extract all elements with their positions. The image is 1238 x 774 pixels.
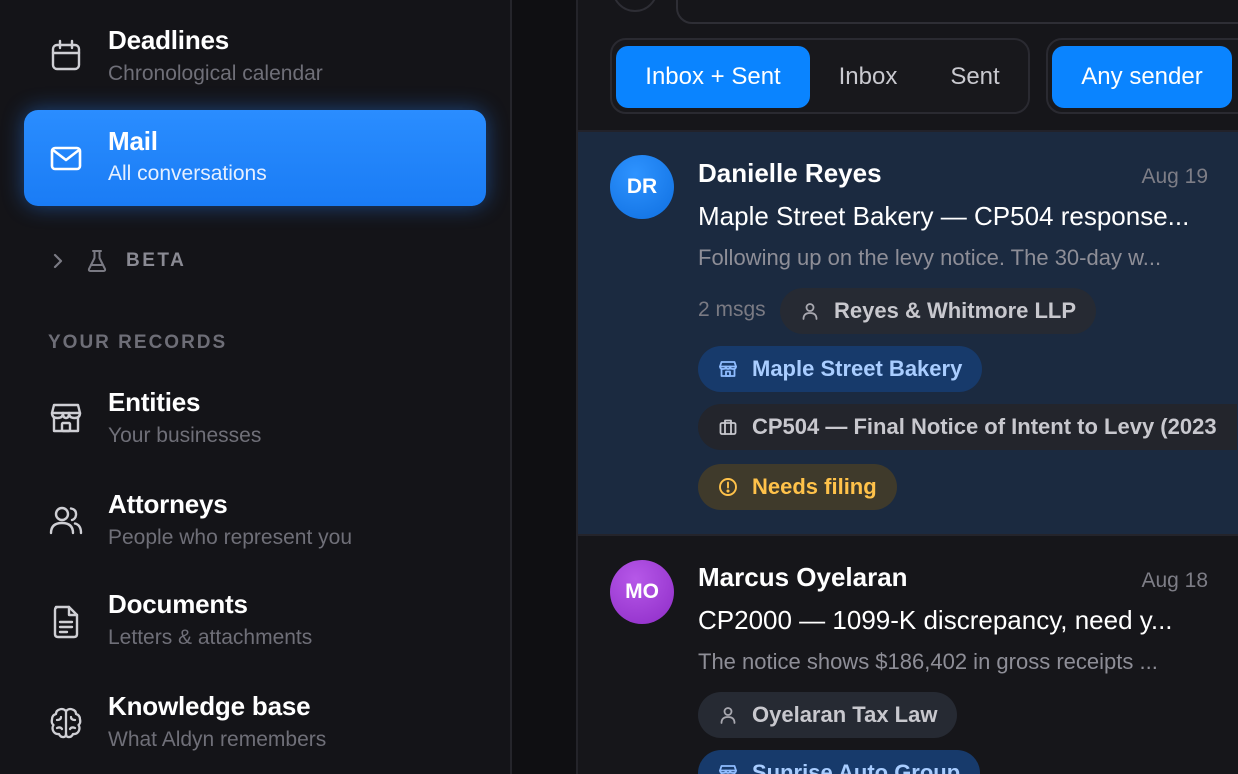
mailbox-filter: Inbox + Sent Inbox Sent [610, 38, 1030, 114]
message-subject: Maple Street Bakery — CP504 response... [698, 201, 1190, 231]
notice-chip-label: CP504 — Final Notice of Intent to Levy (… [752, 414, 1217, 439]
briefcase-icon [718, 417, 738, 437]
person-icon [718, 705, 738, 725]
alert-circle-icon [718, 477, 738, 497]
chevron-right-icon [48, 251, 68, 271]
entity-chip[interactable]: Maple Street Bakery [698, 346, 983, 392]
section-label-your-records: YOUR RECORDS [48, 332, 228, 353]
filter-inbox[interactable]: Inbox [818, 46, 918, 108]
sidebar-item-subtitle: Your businesses [108, 424, 262, 447]
avatar: MO [610, 560, 674, 624]
status-badge-label: Needs filing [752, 474, 877, 499]
sidebar-item-subtitle: Chronological calendar [108, 62, 323, 85]
attorney-chip-label: Reyes & Whitmore LLP [834, 298, 1077, 323]
filter-inbox-sent[interactable]: Inbox + Sent [616, 46, 810, 108]
attorney-chip[interactable]: Oyelaran Tax Law [698, 692, 958, 738]
pane-gutter [512, 0, 576, 774]
sidebar-item-subtitle: All conversations [108, 162, 267, 185]
sender-filter: Any sender [1046, 38, 1238, 114]
calendar-icon [48, 38, 84, 74]
people-icon [48, 502, 84, 538]
sidebar-item-subtitle: People who represent you [108, 526, 352, 549]
attorney-chip[interactable]: Reyes & Whitmore LLP [780, 288, 1097, 334]
message-date: Aug 18 [1141, 569, 1208, 592]
storefront-icon [718, 763, 738, 774]
entity-chip-label: Maple Street Bakery [752, 356, 963, 381]
beta-section-toggle[interactable]: BETA [48, 246, 186, 276]
storefront-icon [718, 359, 738, 379]
sidebar-item-title: Entities [108, 387, 201, 417]
sidebar-item-knowledge-base[interactable]: Knowledge base What Aldyn remembers [24, 674, 486, 770]
sidebar-item-title: Documents [108, 589, 248, 619]
sidebar-item-deadlines[interactable]: Deadlines Chronological calendar [24, 8, 486, 104]
message-preview: Following up on the levy notice. The 30-… [698, 245, 1162, 270]
brain-icon [48, 705, 84, 741]
sidebar-item-title: Knowledge base [108, 691, 311, 721]
sidebar-item-mail[interactable]: Mail All conversations [24, 110, 486, 206]
storefront-icon [48, 400, 84, 436]
search-input[interactable] [676, 0, 1238, 24]
sidebar-item-title: Attorneys [108, 489, 228, 519]
message-date: Aug 19 [1141, 165, 1208, 188]
sidebar-item-title: Deadlines [108, 25, 230, 55]
sender-name: Danielle Reyes [698, 158, 882, 188]
sidebar-item-attorneys[interactable]: Attorneys People who represent you [24, 472, 486, 568]
sidebar-item-documents[interactable]: Documents Letters & attachments [24, 572, 486, 668]
flask-icon [86, 249, 108, 273]
sidebar-item-entities[interactable]: Entities Your businesses [24, 370, 486, 466]
mail-list-item[interactable]: MO Marcus Oyelaran Aug 18 CP2000 — 1099-… [578, 536, 1238, 774]
status-badge: Needs filing [698, 464, 897, 510]
sidebar-item-subtitle: What Aldyn remembers [108, 728, 327, 751]
sidebar-item-title: Mail [108, 126, 158, 156]
avatar: DR [610, 155, 674, 219]
message-preview: The notice shows $186,402 in gross recei… [698, 649, 1158, 674]
sender-name: Marcus Oyelaran [698, 562, 908, 592]
message-subject: CP2000 — 1099-K discrepancy, need y... [698, 605, 1173, 635]
notice-chip[interactable]: CP504 — Final Notice of Intent to Levy (… [698, 404, 1237, 450]
beta-label: BETA [126, 250, 187, 271]
entity-chip-label: Sunrise Auto Group [752, 760, 961, 774]
entity-chip[interactable]: Sunrise Auto Group [698, 750, 981, 774]
document-icon [48, 604, 84, 640]
attorney-chip-label: Oyelaran Tax Law [752, 702, 938, 727]
mail-list-item[interactable]: DR Danielle Reyes Aug 19 Maple Street Ba… [578, 132, 1238, 534]
filter-sent[interactable]: Sent [922, 46, 1028, 108]
sidebar-item-subtitle: Letters & attachments [108, 626, 313, 649]
message-count: 2 msgs [698, 298, 766, 321]
mail-icon [48, 140, 84, 176]
person-icon [800, 301, 820, 321]
filter-any-sender[interactable]: Any sender [1052, 46, 1232, 108]
